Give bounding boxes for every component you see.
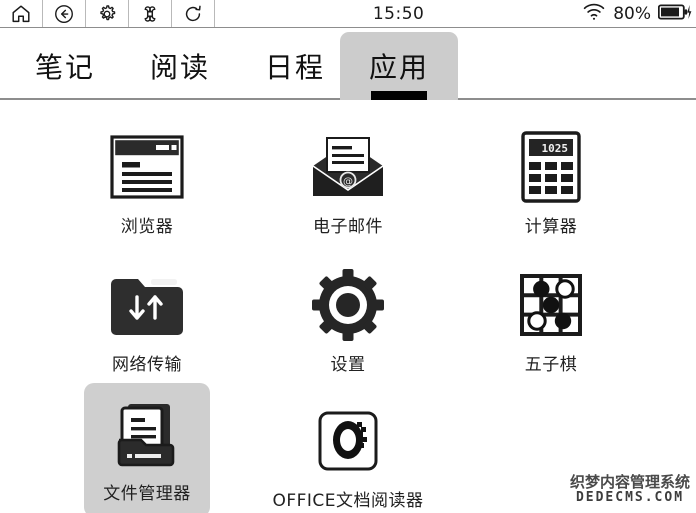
status-time-wrap: 15:50	[215, 0, 582, 27]
app-tile-settings[interactable]: 设置	[285, 254, 411, 384]
wifi-icon	[582, 2, 606, 26]
svg-text:@: @	[343, 177, 353, 188]
app-grid: 浏览器 @ 电子邮件 1025 计算器 网络传输 设置 五子棋 文件管理器 OF…	[0, 102, 696, 513]
status-time: 15:50	[372, 3, 425, 24]
tab-apps-label: 应用	[368, 51, 429, 84]
app-label-office-reader: OFFICE文档阅读器	[272, 491, 424, 511]
main-tab-bar: 笔记 阅读 日程 应用	[0, 29, 696, 100]
office-reader-icon	[317, 398, 379, 484]
tab-reading[interactable]: 阅读	[125, 32, 235, 100]
apps-grid-icon[interactable]	[129, 0, 172, 27]
gomoku-board-icon	[515, 262, 587, 348]
status-bar: 15:50 80%	[0, 0, 696, 28]
tab-reading-label: 阅读	[149, 51, 210, 84]
email-icon: @	[307, 124, 389, 210]
battery-percent-label: 80%	[613, 3, 651, 24]
file-manager-icon	[109, 391, 185, 477]
app-label-gomoku: 五子棋	[524, 355, 578, 375]
battery-charging-icon	[657, 2, 692, 26]
app-tile-office-reader[interactable]: OFFICE文档阅读器	[268, 390, 428, 513]
tab-schedule-label: 日程	[264, 51, 325, 84]
app-tile-calculator[interactable]: 1025 计算器	[488, 116, 614, 246]
calculator-icon: 1025	[516, 124, 586, 210]
gear-icon[interactable]	[86, 0, 129, 27]
browser-icon	[108, 124, 186, 210]
app-label-file-manager: 文件管理器	[103, 484, 191, 504]
app-label-network-transfer: 网络传输	[112, 355, 182, 375]
tab-notes[interactable]: 笔记	[10, 32, 120, 100]
gear-icon	[310, 262, 386, 348]
app-tile-browser[interactable]: 浏览器	[84, 116, 210, 246]
refresh-icon[interactable]	[172, 0, 215, 27]
status-right-group: 80%	[582, 0, 696, 27]
app-tile-file-manager[interactable]: 文件管理器	[84, 383, 210, 513]
app-tile-gomoku[interactable]: 五子棋	[488, 254, 614, 384]
back-icon[interactable]	[43, 0, 86, 27]
home-icon[interactable]	[0, 0, 43, 27]
tab-apps-active-indicator	[371, 91, 427, 100]
app-tile-email[interactable]: @ 电子邮件	[285, 116, 411, 246]
app-label-browser: 浏览器	[120, 217, 174, 237]
calculator-display-value: 1025	[542, 142, 569, 155]
tab-notes-label: 笔记	[34, 51, 95, 84]
app-label-settings: 设置	[330, 355, 366, 375]
app-tile-network-transfer[interactable]: 网络传输	[84, 254, 210, 384]
tablet-launcher-screen: 15:50 80% 笔记 阅读 日程 应用 浏览器 @ 电子邮件 1025 计算…	[0, 0, 696, 513]
tab-schedule[interactable]: 日程	[240, 32, 350, 100]
tab-apps[interactable]: 应用	[340, 32, 458, 100]
network-transfer-folder-icon	[105, 262, 189, 348]
app-label-email: 电子邮件	[313, 217, 383, 237]
app-label-calculator: 计算器	[524, 217, 578, 237]
